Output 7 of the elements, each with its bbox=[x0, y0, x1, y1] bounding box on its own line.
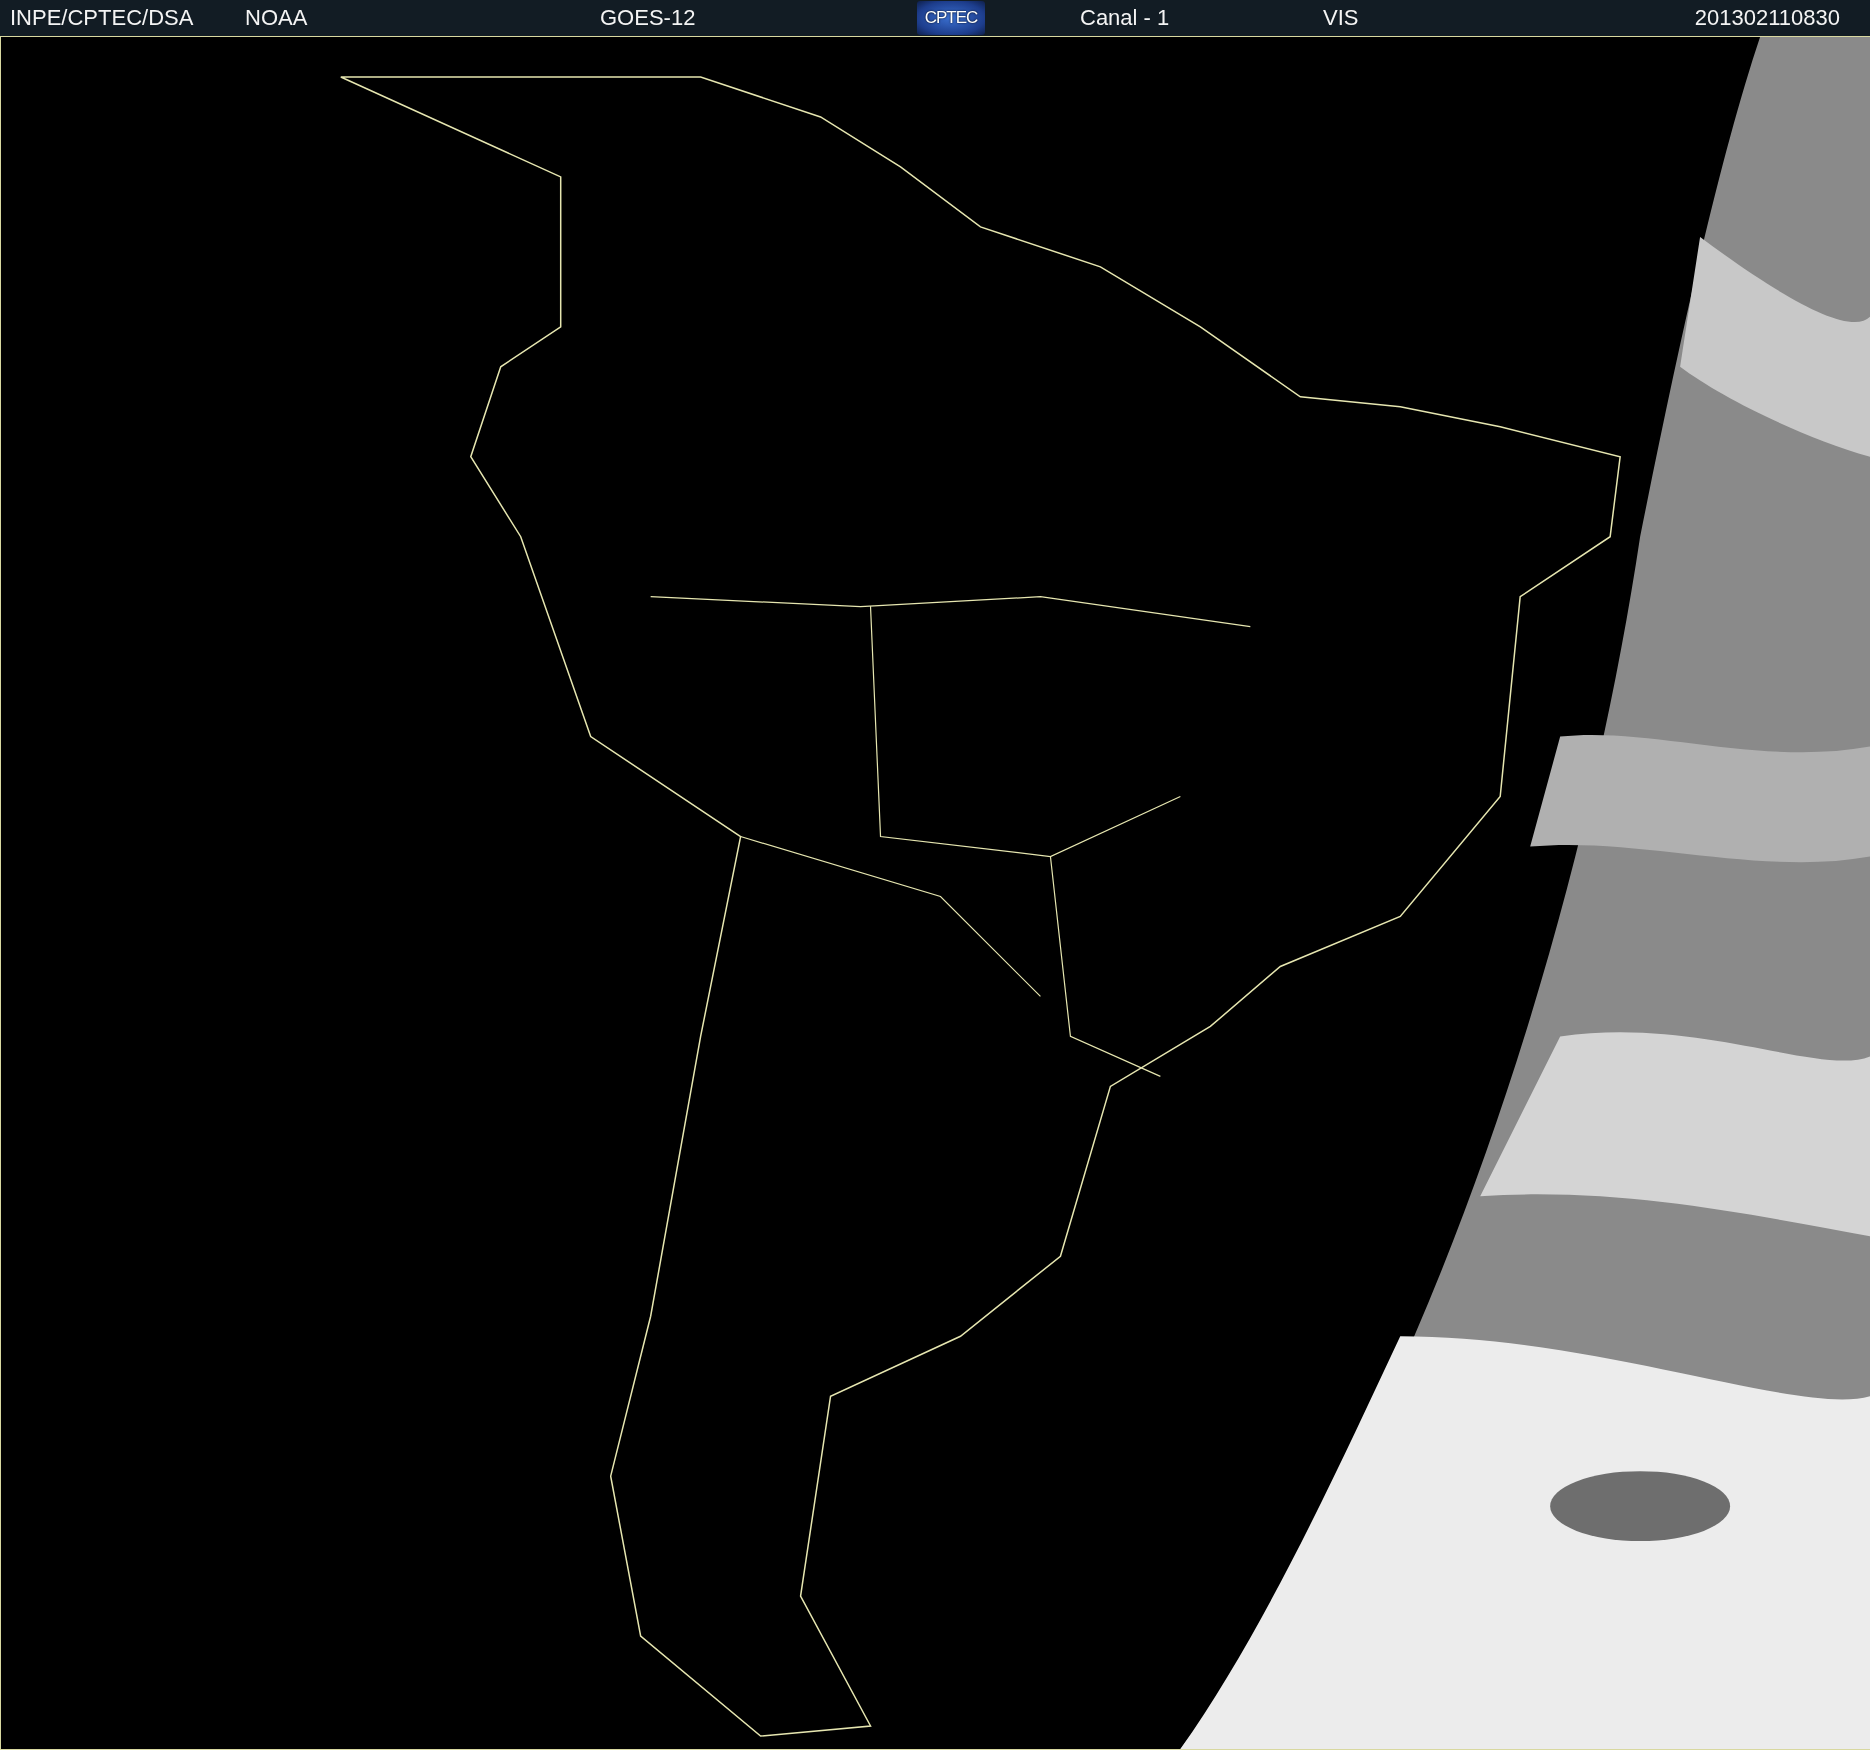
logo: CPTEC bbox=[917, 1, 985, 35]
source-label: INPE/CPTEC/DSA bbox=[10, 5, 194, 31]
timestamp-label: 201302110830 bbox=[1694, 5, 1840, 31]
satellite-label: GOES-12 bbox=[600, 5, 696, 31]
band-label: VIS bbox=[1323, 5, 1359, 31]
agency-label: NOAA bbox=[245, 5, 308, 31]
channel-label: Canal - 1 bbox=[1080, 5, 1170, 31]
